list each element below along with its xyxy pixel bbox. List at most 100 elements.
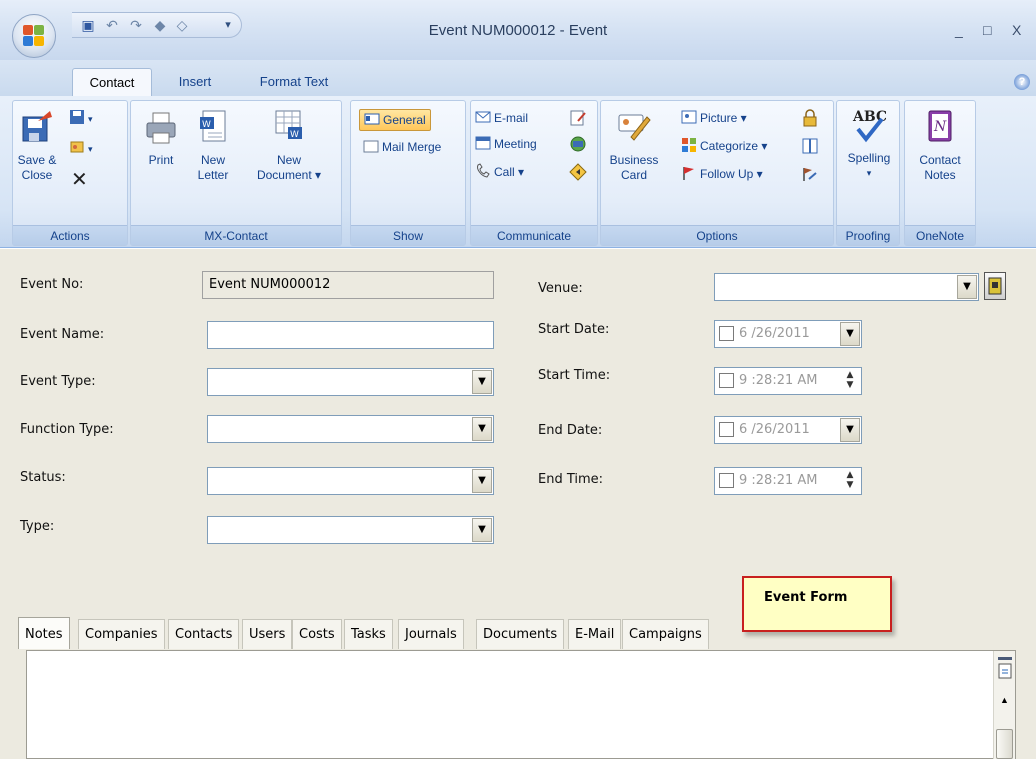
- scroll-up-icon[interactable]: ▲: [996, 693, 1013, 710]
- call-button[interactable]: Call ▾: [475, 163, 524, 181]
- save-small-button[interactable]: ▾: [69, 109, 93, 128]
- tab-users[interactable]: Users: [242, 619, 293, 649]
- start-time-checkbox[interactable]: [719, 373, 734, 388]
- end-date-label: End Date:: [538, 423, 603, 438]
- status-dropdown-icon[interactable]: ▼: [472, 469, 492, 493]
- web-page-icon[interactable]: [569, 135, 587, 153]
- business-card-button[interactable]: Business Card: [609, 109, 659, 183]
- print-button[interactable]: Print: [141, 109, 181, 168]
- event-name-input[interactable]: [207, 321, 494, 349]
- help-icon[interactable]: ?: [1014, 74, 1030, 90]
- send-small-button[interactable]: ▾: [69, 139, 93, 158]
- notes-toolbar-icon[interactable]: [997, 657, 1013, 685]
- end-date-picker[interactable]: 6 /26/2011 ▼: [714, 416, 862, 444]
- venue-select[interactable]: ▼: [714, 273, 979, 301]
- event-name-label: Event Name:: [20, 327, 105, 342]
- end-time-spinner-icon[interactable]: ▲ ▼: [841, 470, 859, 492]
- tab-journals[interactable]: Journals: [398, 619, 464, 649]
- end-date-checkbox[interactable]: [719, 422, 734, 437]
- tab-tasks[interactable]: Tasks: [344, 619, 393, 649]
- new-letter-button[interactable]: W New Letter: [193, 109, 233, 183]
- lock-icon[interactable]: [801, 109, 819, 127]
- tab-email[interactable]: E-Mail: [568, 619, 622, 649]
- notes-scrollbar[interactable]: ▲: [993, 651, 1015, 759]
- mail-merge-icon: [363, 140, 379, 153]
- group-label-onenote: OneNote: [905, 225, 975, 245]
- group-options: Business Card Picture ▾ Categorize ▾ Fol…: [600, 100, 834, 246]
- start-date-picker[interactable]: 6 /26/2011 ▼: [714, 320, 862, 348]
- event-type-label: Event Type:: [20, 374, 96, 389]
- function-type-select[interactable]: ▼: [207, 415, 494, 443]
- venue-lookup-button[interactable]: [984, 272, 1006, 300]
- status-label: Status:: [20, 470, 66, 485]
- spelling-button[interactable]: ABC Spelling ▾: [841, 107, 897, 181]
- type-select[interactable]: ▼: [207, 516, 494, 544]
- svg-text:W: W: [290, 130, 299, 140]
- end-date-dropdown-icon[interactable]: ▼: [840, 418, 860, 442]
- meeting-icon: [475, 136, 491, 150]
- tab-format-text[interactable]: Format Text: [248, 68, 340, 96]
- flag-people-icon: [70, 141, 84, 153]
- tab-costs[interactable]: Costs: [292, 619, 342, 649]
- email-button[interactable]: E-mail: [475, 109, 528, 127]
- svg-text:N: N: [933, 119, 947, 135]
- scroll-thumb[interactable]: [996, 729, 1013, 759]
- event-type-dropdown-icon[interactable]: ▼: [472, 370, 492, 394]
- tab-notes[interactable]: Notes: [18, 617, 70, 649]
- event-form-callout: Event Form: [742, 576, 892, 632]
- categorize-button[interactable]: Categorize ▾: [681, 137, 767, 155]
- start-time-spinner-icon[interactable]: ▲ ▼: [841, 370, 859, 392]
- status-select[interactable]: ▼: [207, 467, 494, 495]
- group-label-proofing: Proofing: [837, 225, 899, 245]
- function-type-dropdown-icon[interactable]: ▼: [472, 417, 492, 441]
- notes-textarea[interactable]: ▲: [26, 650, 1016, 759]
- tab-insert[interactable]: Insert: [170, 68, 220, 96]
- ribbon-tab-row: Contact Insert Format Text ?: [0, 60, 1036, 96]
- start-date-label: Start Date:: [538, 322, 610, 337]
- clear-flag-icon[interactable]: [801, 165, 819, 183]
- map-icon[interactable]: [569, 163, 587, 181]
- venue-label: Venue:: [538, 281, 583, 296]
- event-type-select[interactable]: ▼: [207, 368, 494, 396]
- tab-campaigns[interactable]: Campaigns: [622, 619, 709, 649]
- event-no-label: Event No:: [20, 277, 84, 292]
- edit-note-icon[interactable]: [569, 109, 587, 127]
- end-time-picker[interactable]: 9 :28:21 AM ▲ ▼: [714, 467, 862, 495]
- end-time-checkbox[interactable]: [719, 473, 734, 488]
- minimize-button[interactable]: _: [955, 22, 963, 38]
- tab-contact[interactable]: Contact: [72, 68, 152, 96]
- start-date-dropdown-icon[interactable]: ▼: [840, 322, 860, 346]
- start-date-checkbox[interactable]: [719, 326, 734, 341]
- general-button[interactable]: General: [359, 109, 431, 131]
- title-bar: ▣ ↶ ↷ ◆ ◇ ▾ Event NUM000012 - Event _ □ …: [0, 0, 1036, 60]
- venue-dropdown-icon[interactable]: ▼: [957, 275, 977, 299]
- categorize-icon: [682, 138, 696, 152]
- group-label-mx-contact: MX-Contact: [131, 225, 341, 245]
- floppy-icon: [70, 110, 84, 124]
- tab-contacts[interactable]: Contacts: [168, 619, 240, 649]
- tab-documents[interactable]: Documents: [476, 619, 565, 649]
- new-document-button[interactable]: W New Document ▾: [249, 109, 329, 183]
- tab-companies[interactable]: Companies: [78, 619, 165, 649]
- phone-icon: [477, 163, 490, 178]
- follow-up-button[interactable]: Follow Up ▾: [681, 165, 763, 183]
- meeting-button[interactable]: Meeting: [475, 135, 537, 153]
- type-dropdown-icon[interactable]: ▼: [472, 518, 492, 542]
- word-letter-icon: W: [200, 110, 226, 142]
- maximize-button[interactable]: □: [983, 22, 991, 38]
- address-book-icon[interactable]: [801, 137, 819, 155]
- picture-button[interactable]: Picture ▾: [681, 109, 747, 127]
- save-close-button[interactable]: Save & Close: [15, 109, 59, 183]
- group-label-show: Show: [351, 225, 465, 245]
- mail-merge-button[interactable]: Mail Merge: [363, 138, 441, 156]
- spelling-check-icon: ABC: [852, 109, 887, 143]
- start-time-picker[interactable]: 9 :28:21 AM ▲ ▼: [714, 367, 862, 395]
- end-time-label: End Time:: [538, 472, 604, 487]
- onenote-icon: N: [928, 110, 952, 142]
- delete-button[interactable]: ✕: [71, 170, 88, 190]
- group-mx-contact: Print W New Letter W New Document ▾ MX-C: [130, 100, 342, 246]
- close-button[interactable]: X: [1012, 22, 1021, 38]
- contact-notes-button[interactable]: N Contact Notes: [911, 109, 969, 183]
- svg-text:W: W: [202, 120, 211, 130]
- event-no-field: Event NUM000012: [202, 271, 494, 299]
